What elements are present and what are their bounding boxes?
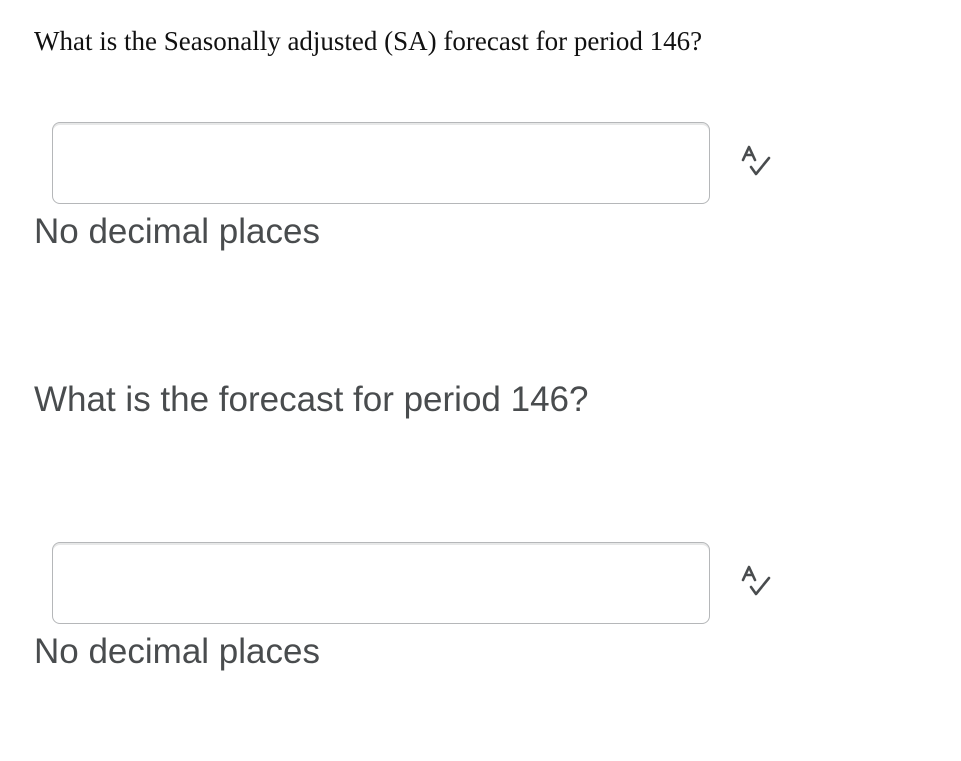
question-1-answer-input[interactable] [52, 122, 710, 204]
question-1-spellcheck-button[interactable] [734, 138, 780, 184]
spellcheck-icon [741, 145, 771, 176]
question-2-prompt: What is the forecast for period 146? [34, 380, 589, 419]
spellcheck-icon [741, 565, 771, 596]
question-2-answer-input[interactable] [52, 542, 710, 624]
question-1-prompt: What is the Seasonally adjusted (SA) for… [34, 26, 703, 56]
question-2-spellcheck-button[interactable] [734, 558, 780, 604]
question-1-hint: No decimal places [34, 212, 320, 251]
question-2-hint: No decimal places [34, 632, 320, 671]
